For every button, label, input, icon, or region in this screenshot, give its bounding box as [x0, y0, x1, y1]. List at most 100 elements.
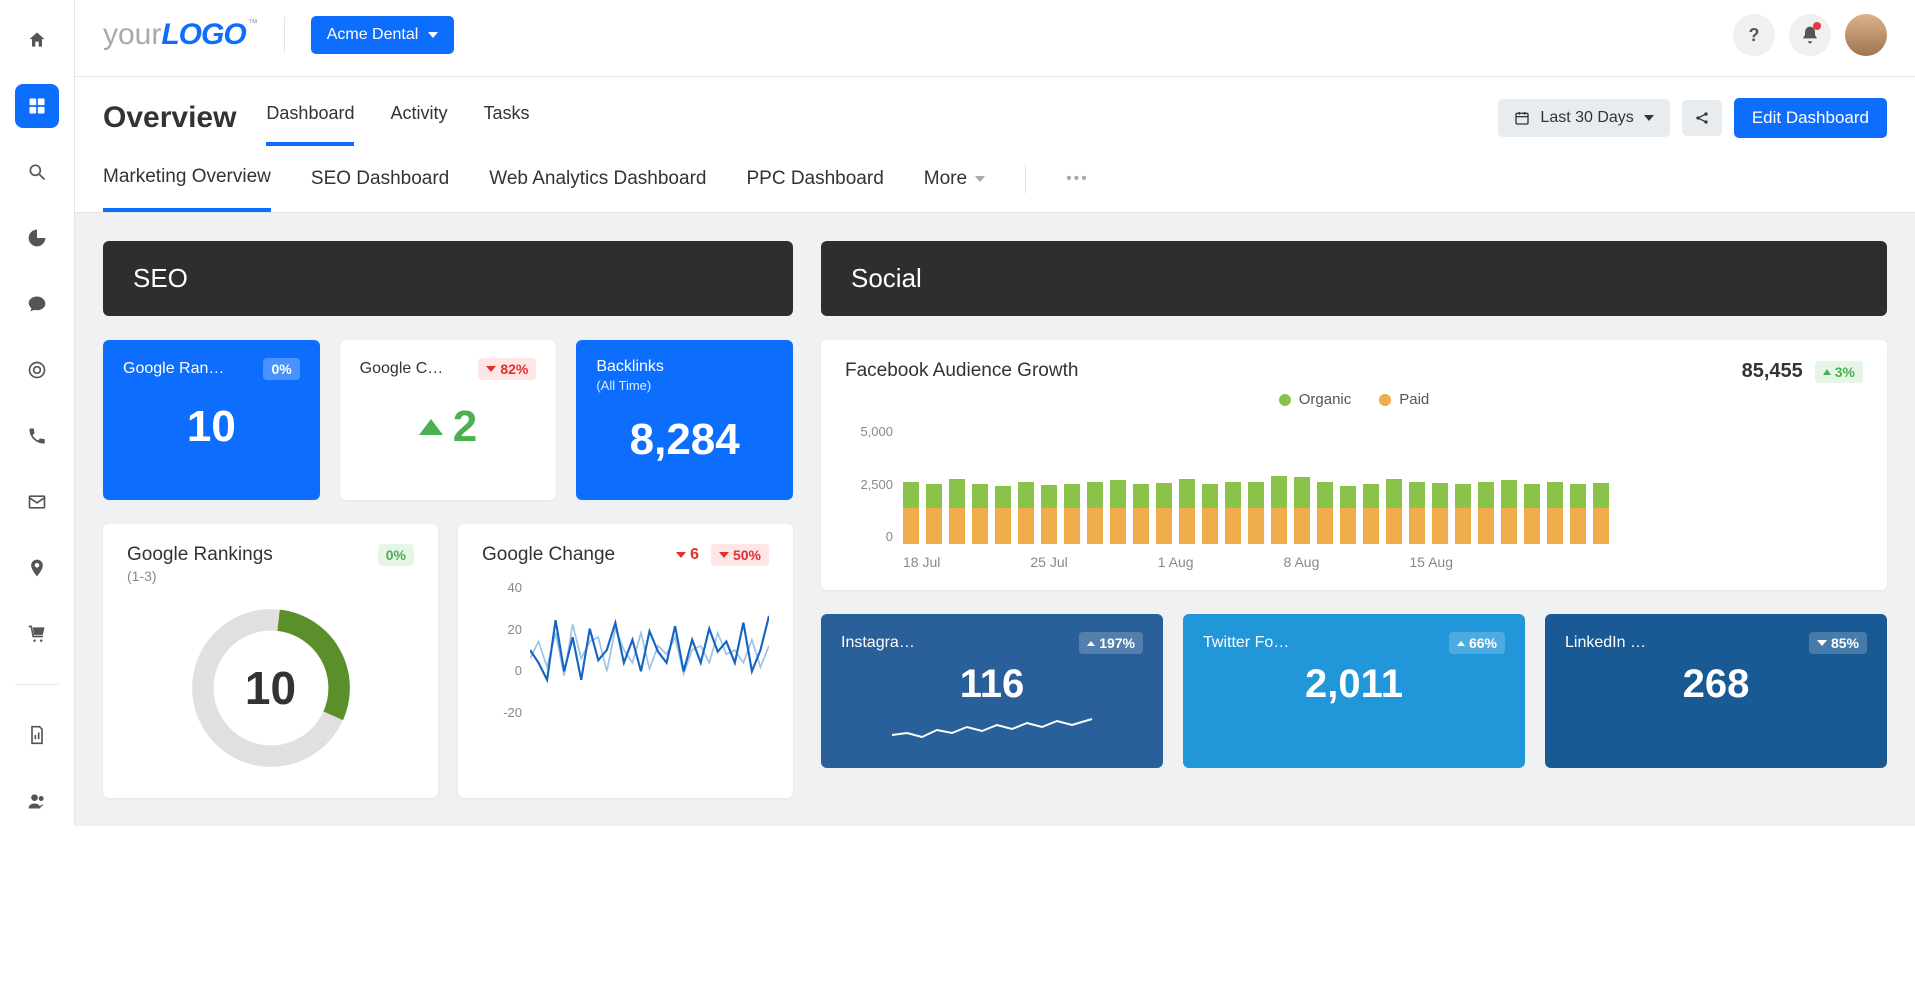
bar	[1271, 476, 1287, 544]
kpi-value: 116	[841, 662, 1143, 707]
caret-down-icon	[428, 32, 438, 38]
seo-column: SEO Google Ran… 0% 10 Google C… 82%	[103, 241, 793, 798]
tab-dashboard[interactable]: Dashboard	[266, 89, 354, 146]
sec-tab-seo-dashboard[interactable]: SEO Dashboard	[311, 148, 449, 210]
secondary-tabs: Marketing Overview SEO Dashboard Web Ana…	[75, 146, 1915, 213]
caret-down-icon	[486, 366, 496, 372]
social-column: Social Facebook Audience Growth 85,455 3…	[821, 241, 1887, 798]
bar	[1478, 482, 1494, 544]
tab-tasks[interactable]: Tasks	[484, 89, 530, 146]
edit-dashboard-button[interactable]: Edit Dashboard	[1734, 98, 1887, 138]
help-button[interactable]: ?	[1733, 14, 1775, 56]
bar	[995, 486, 1011, 544]
more-options-button[interactable]: •••	[1066, 170, 1089, 188]
nav-calls-icon[interactable]	[15, 414, 59, 458]
bar	[1133, 484, 1149, 544]
nav-mail-icon[interactable]	[15, 480, 59, 524]
nav-search-icon[interactable]	[15, 150, 59, 194]
nav-chat-icon[interactable]	[15, 282, 59, 326]
kpi-linkedin[interactable]: LinkedIn … 85% 268	[1545, 614, 1887, 768]
kpi-badge: 0%	[263, 358, 299, 380]
nav-reports-icon[interactable]	[15, 713, 59, 757]
social-kpi-row: Instagra… 197% 116 Twitter Fo… 66% 2,011	[821, 614, 1887, 768]
legend-swatch-paid	[1379, 394, 1391, 406]
caret-down-icon	[1817, 640, 1827, 646]
nav-goals-icon[interactable]	[15, 348, 59, 392]
sec-tab-more-label: More	[924, 168, 967, 190]
kpi-badge: 82%	[478, 358, 536, 380]
nav-cart-icon[interactable]	[15, 612, 59, 656]
kpi-twitter[interactable]: Twitter Fo… 66% 2,011	[1183, 614, 1525, 768]
legend-label-paid: Paid	[1399, 391, 1429, 408]
topbar-divider	[284, 17, 285, 53]
user-avatar[interactable]	[1845, 14, 1887, 56]
social-section-header: Social	[821, 241, 1887, 316]
question-icon: ?	[1749, 25, 1760, 46]
sec-divider	[1025, 165, 1026, 193]
date-range-selector[interactable]: Last 30 Days	[1498, 99, 1669, 137]
sec-tab-web-analytics[interactable]: Web Analytics Dashboard	[489, 148, 706, 210]
left-sidebar	[0, 0, 75, 826]
kpi-backlinks[interactable]: Backlinks (All Time) 8,284	[576, 340, 793, 500]
caret-down-icon	[975, 176, 985, 182]
content-area: SEO Google Ran… 0% 10 Google C… 82%	[75, 213, 1915, 826]
nav-divider	[15, 684, 59, 685]
page-title: Overview	[103, 101, 236, 135]
panel-badge: 50%	[711, 544, 769, 566]
bar	[1064, 484, 1080, 544]
bar	[1202, 484, 1218, 544]
primary-tabs: Dashboard Activity Tasks	[266, 89, 529, 146]
date-range-label: Last 30 Days	[1540, 109, 1633, 127]
panel-title: Google Rankings	[127, 544, 273, 566]
bar	[1386, 479, 1402, 544]
x-axis: 18 Jul 25 Jul 1 Aug 8 Aug 15 Aug	[903, 554, 1863, 570]
nav-users-icon[interactable]	[15, 779, 59, 823]
google-rankings-panel[interactable]: Google Rankings (1-3) 0% 10	[103, 524, 438, 798]
panel-title: Google Change	[482, 544, 615, 566]
bar	[1294, 477, 1310, 544]
legend-label-organic: Organic	[1299, 391, 1352, 408]
panel-total: 85,455	[1742, 360, 1803, 383]
caret-up-icon	[1823, 369, 1831, 375]
google-change-panel[interactable]: Google Change 6 50% 40 20 0 -20	[458, 524, 793, 798]
share-button[interactable]	[1682, 100, 1722, 136]
facebook-growth-panel[interactable]: Facebook Audience Growth 85,455 3% Organ…	[821, 340, 1887, 590]
change-indicator: 6	[676, 546, 699, 564]
notifications-button[interactable]	[1789, 14, 1831, 56]
x-tick: 25 Jul	[1030, 554, 1067, 570]
panel-badge: 0%	[378, 544, 414, 566]
kpi-title: Twitter Fo…	[1203, 634, 1289, 652]
bar	[903, 482, 919, 544]
bar	[1570, 484, 1586, 544]
share-icon	[1694, 110, 1710, 126]
line-chart: 40 20 0 -20	[482, 580, 769, 720]
bar	[1340, 486, 1356, 544]
bar	[1110, 480, 1126, 544]
x-tick: 18 Jul	[903, 554, 940, 570]
client-selector[interactable]: Acme Dental	[311, 16, 455, 54]
kpi-google-rank[interactable]: Google Ran… 0% 10	[103, 340, 320, 500]
nav-location-icon[interactable]	[15, 546, 59, 590]
sec-tab-ppc-dashboard[interactable]: PPC Dashboard	[746, 148, 883, 210]
seo-panels-row: Google Rankings (1-3) 0% 10	[103, 524, 793, 798]
caret-down-icon	[719, 552, 729, 558]
nav-analytics-icon[interactable]	[15, 216, 59, 260]
logo-part2: LOGO	[161, 18, 245, 51]
tab-activity[interactable]: Activity	[390, 89, 447, 146]
sec-tab-more[interactable]: More	[924, 148, 985, 210]
bar	[1501, 480, 1517, 544]
bar	[1179, 479, 1195, 544]
nav-home-icon[interactable]	[15, 18, 59, 62]
nav-dashboard-icon[interactable]	[15, 84, 59, 128]
kpi-title: Google Ran…	[123, 360, 224, 378]
donut-center-value: 10	[245, 661, 296, 715]
kpi-value: 2,011	[1203, 662, 1505, 707]
kpi-google-change[interactable]: Google C… 82% 2	[340, 340, 557, 500]
bar	[1547, 482, 1563, 544]
sec-tab-marketing-overview[interactable]: Marketing Overview	[103, 146, 271, 212]
kpi-value: 10	[123, 402, 300, 452]
bar	[1593, 483, 1609, 544]
kpi-instagram[interactable]: Instagra… 197% 116	[821, 614, 1163, 768]
x-tick: 15 Aug	[1409, 554, 1453, 570]
kpi-value: 8,284	[596, 415, 773, 465]
